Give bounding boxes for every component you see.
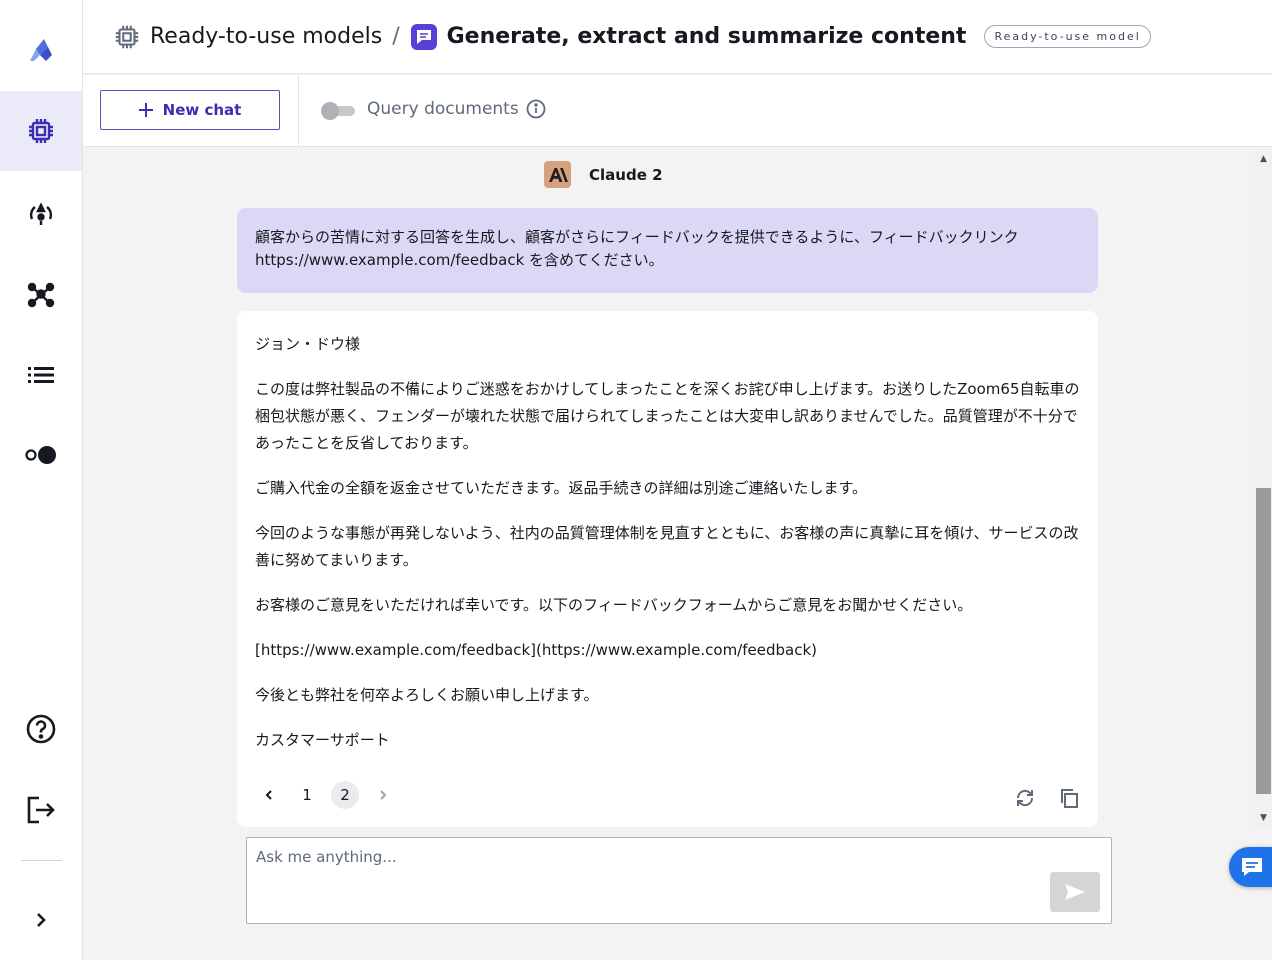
chat-toolbar: New chat Query documents	[83, 75, 1272, 147]
regenerate-icon[interactable]	[1014, 787, 1036, 809]
chevron-right-icon	[37, 913, 46, 927]
rail-expand[interactable]	[0, 880, 82, 960]
app-logo[interactable]	[0, 10, 82, 90]
rail-list[interactable]	[0, 335, 82, 415]
message-actions	[1014, 787, 1080, 809]
user-message: 顧客からの苦情に対する回答を生成し、顧客がさらにフィードバックを提供できるように…	[237, 208, 1098, 293]
assistant-message: ジョン・ドウ様 この度は弊社製品の不備によりご迷惑をおかけしてしまったことを深く…	[237, 311, 1098, 827]
chevron-left-icon	[265, 790, 272, 800]
logout-icon	[27, 796, 55, 824]
new-chat-button[interactable]: New chat	[100, 90, 280, 130]
response-pager: 1 2	[255, 781, 397, 809]
help-icon	[26, 714, 56, 744]
rail-datasets[interactable]	[0, 254, 82, 334]
left-navigation-rail	[0, 0, 83, 960]
page-button-1[interactable]: 1	[293, 781, 321, 809]
assistant-paragraph: ジョン・ドウ様	[255, 335, 361, 353]
info-icon[interactable]	[526, 99, 546, 119]
chevron-right-icon	[380, 790, 387, 800]
breadcrumb: Ready-to-use models / Generate, extract …	[113, 23, 966, 51]
scroll-up-arrow[interactable]: ▲	[1255, 150, 1272, 167]
new-chat-label: New chat	[162, 101, 242, 119]
page-title: Generate, extract and summarize content	[446, 24, 967, 49]
page-header: Ready-to-use models / Generate, extract …	[83, 0, 1272, 74]
query-documents-toggle[interactable]	[321, 102, 355, 120]
chat-scrollbar[interactable]: ▲ ▼	[1255, 148, 1272, 828]
rail-divider	[21, 860, 62, 861]
scrollbar-thumb[interactable]	[1256, 488, 1271, 794]
rail-ready-to-use-models[interactable]	[0, 91, 82, 171]
next-response-button[interactable]	[369, 781, 397, 809]
rail-my-models[interactable]	[0, 174, 82, 254]
breadcrumb-root-link[interactable]: Ready-to-use models	[150, 24, 382, 49]
plus-icon	[138, 103, 153, 117]
breadcrumb-separator: /	[392, 24, 400, 49]
send-icon	[1065, 884, 1085, 900]
chip-icon	[29, 119, 53, 143]
previous-response-button[interactable]	[255, 781, 283, 809]
rail-help[interactable]	[0, 689, 82, 769]
scroll-down-arrow[interactable]: ▼	[1255, 809, 1272, 826]
list-icon	[28, 367, 54, 383]
chat-bubble-icon	[1242, 858, 1262, 876]
assistant-paragraph: カスタマーサポート	[255, 731, 390, 749]
prompt-input[interactable]	[256, 848, 1036, 866]
network-icon	[27, 282, 55, 308]
assistant-paragraph: お客様のご意見をいただければ幸いです。以下のフィードバックフォームからご意見をお…	[255, 596, 973, 614]
send-button[interactable]	[1050, 872, 1100, 912]
rail-logout[interactable]	[0, 770, 82, 850]
rail-toggle-view[interactable]	[0, 415, 82, 495]
page-button-2[interactable]: 2	[331, 781, 359, 809]
assistant-paragraph: ご購入代金の全額を返金させていただきます。返品手続きの詳細は別途ご連絡いたします…	[255, 479, 868, 497]
toolbar-divider	[298, 75, 299, 147]
chat-bubble-icon	[410, 23, 437, 50]
model-type-badge: Ready-to-use model	[984, 25, 1151, 48]
model-name: Claude 2	[589, 165, 663, 184]
assistant-paragraph: 今後とも弊社を何卒よろしくお願い申し上げます。	[255, 686, 599, 704]
assistant-paragraph: [https://www.example.com/feedback](https…	[255, 641, 817, 659]
app-logo-icon	[30, 39, 52, 61]
toggle-view-icon	[25, 446, 56, 464]
model-label: Claude 2	[544, 161, 663, 188]
chip-icon	[115, 25, 139, 48]
assistant-paragraph: 今回のような事態が再発しないよう、社内の品質管理体制を見直すとともに、お客様の声…	[255, 524, 1079, 569]
anthropic-logo-icon	[544, 161, 571, 188]
copy-icon[interactable]	[1058, 787, 1080, 809]
chat-area: Claude 2 顧客からの苦情に対する回答を生成し、顧客がさらにフィードバック…	[83, 148, 1255, 960]
assistant-paragraph: この度は弊社製品の不備によりご迷惑をおかけしてしまったことを深くお詫び申し上げま…	[255, 380, 1080, 452]
feedback-chat-button[interactable]	[1229, 847, 1272, 887]
prompt-box	[246, 837, 1112, 924]
rocket-cycle-icon	[29, 202, 53, 225]
query-documents-label: Query documents	[367, 99, 519, 119]
